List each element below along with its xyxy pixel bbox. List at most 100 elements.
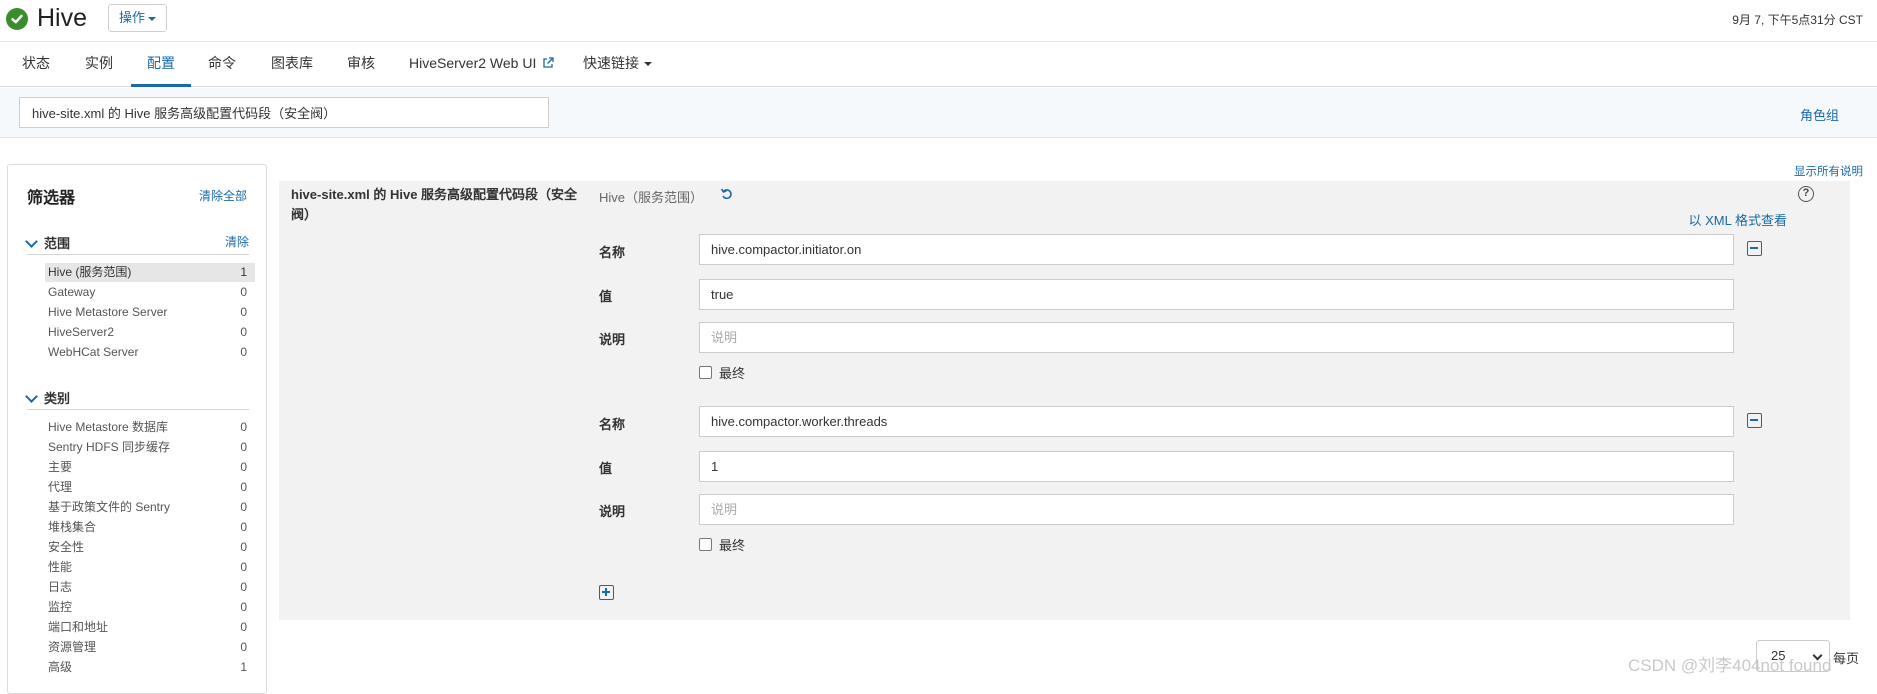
property-scope: Hive（服务范围） <box>599 190 704 205</box>
filter-item-count: 0 <box>240 285 247 299</box>
value-label: 值 <box>599 289 613 304</box>
filter-item-hiveserver2[interactable]: HiveServer2 0 <box>45 323 255 342</box>
scope-section-label: 范围 <box>44 236 71 251</box>
property-name-field[interactable]: hive.compactor.worker.threads <box>699 406 1734 437</box>
scope-section-header[interactable]: 范围 清除 <box>25 233 249 255</box>
external-link-icon <box>543 57 554 68</box>
filter-item-category[interactable]: 监控 0 <box>45 598 255 617</box>
role-group-link[interactable]: 角色组 <box>1800 105 1839 124</box>
scope-clear-link[interactable]: 清除 <box>225 233 249 250</box>
filter-item-hive-metastore-server[interactable]: Hive Metastore Server 0 <box>45 303 255 322</box>
property-description-field[interactable]: 说明 <box>699 322 1734 353</box>
filter-item-label: 监控 <box>48 600 73 614</box>
filter-item-gateway[interactable]: Gateway 0 <box>45 283 255 302</box>
filter-item-category[interactable]: Hive Metastore 数据库 0 <box>45 418 255 437</box>
tab-hiveserver2-web-ui[interactable]: HiveServer2 Web UI <box>409 43 554 87</box>
filter-item-webhcat-server[interactable]: WebHCat Server 0 <box>45 343 255 362</box>
final-label: 最终 <box>719 538 746 553</box>
tab-status[interactable]: 状态 <box>22 43 50 87</box>
actions-dropdown-button[interactable]: 操作 <box>108 4 168 32</box>
filter-item-count: 0 <box>240 560 247 574</box>
final-checkbox[interactable] <box>699 538 712 551</box>
filter-item-count: 0 <box>240 600 247 614</box>
filter-item-count: 1 <box>240 265 247 279</box>
tab-charts-library[interactable]: 图表库 <box>271 43 313 87</box>
chevron-down-icon <box>25 390 38 403</box>
filter-item-category[interactable]: 端口和地址 0 <box>45 618 255 637</box>
tab-instances[interactable]: 实例 <box>85 43 113 87</box>
status-ok-icon <box>6 8 28 30</box>
filter-item-count: 0 <box>240 325 247 339</box>
filter-item-label: Gateway <box>48 285 96 299</box>
filter-item-label: Hive Metastore Server <box>48 305 168 319</box>
chevron-down-icon <box>25 235 38 248</box>
filter-item-count: 0 <box>240 305 247 319</box>
filter-item-category[interactable]: 资源管理 0 <box>45 638 255 657</box>
timestamp: 9月 7, 下午5点31分 CST <box>1732 13 1863 27</box>
property-description-field[interactable]: 说明 <box>699 494 1734 525</box>
filter-item-count: 0 <box>240 620 247 634</box>
property-value-field[interactable]: 1 <box>699 451 1734 482</box>
tab-audits[interactable]: 审核 <box>347 43 375 87</box>
final-checkbox[interactable] <box>699 366 712 379</box>
filter-item-count: 1 <box>240 660 247 674</box>
show-all-descriptions-link[interactable]: 显示所有说明 <box>1794 163 1863 179</box>
name-label: 名称 <box>599 417 626 432</box>
tab-quick-links[interactable]: 快速链接 <box>583 43 652 87</box>
filter-item-count: 0 <box>240 460 247 474</box>
name-label: 名称 <box>599 245 626 260</box>
final-label: 最终 <box>719 366 746 381</box>
filter-item-hive-service[interactable]: Hive (服务范围) 1 <box>45 263 255 282</box>
actions-label: 操作 <box>119 10 146 25</box>
filter-item-label: 日志 <box>48 580 73 594</box>
remove-entry-icon[interactable] <box>1747 413 1762 428</box>
filter-item-count: 0 <box>240 580 247 594</box>
search-input[interactable] <box>19 97 549 128</box>
per-page-label: 每页 <box>1833 651 1860 666</box>
clear-all-link[interactable]: 清除全部 <box>199 187 247 204</box>
filter-item-category[interactable]: 代理 0 <box>45 478 255 497</box>
filter-item-label: Sentry HDFS 同步缓存 <box>48 440 171 454</box>
filter-item-label: 性能 <box>48 560 73 574</box>
property-title: hive-site.xml 的 Hive 服务高级配置代码段（安全阀） <box>291 187 578 222</box>
property-value-field[interactable]: true <box>699 279 1734 310</box>
tab-commands[interactable]: 命令 <box>208 43 236 87</box>
tab-bar: 状态 实例 配置 命令 图表库 审核 HiveServer2 Web UI 快速… <box>0 43 1877 87</box>
filter-item-category[interactable]: 安全性 0 <box>45 538 255 557</box>
filter-item-label: Hive Metastore 数据库 <box>48 420 169 434</box>
filter-item-category[interactable]: 高级 1 <box>45 658 255 677</box>
filter-item-label: 安全性 <box>48 540 85 554</box>
service-title: Hive <box>37 4 88 32</box>
undo-icon[interactable] <box>720 187 734 201</box>
add-entry-icon[interactable] <box>599 585 614 600</box>
filter-item-category[interactable]: 性能 0 <box>45 558 255 577</box>
filter-panel: 筛选器 清除全部 范围 清除 Hive (服务范围) 1 Gateway 0 Hiv… <box>7 164 267 694</box>
category-section-header[interactable]: 类别 <box>25 388 249 410</box>
tab-hiveserver2-label: HiveServer2 Web UI <box>409 55 537 71</box>
filter-item-category[interactable]: 堆栈集合 0 <box>45 518 255 537</box>
category-section-label: 类别 <box>44 391 71 406</box>
filter-item-category[interactable]: 主要 0 <box>45 458 255 477</box>
remove-entry-icon[interactable] <box>1747 241 1762 256</box>
filter-item-category[interactable]: 基于政策文件的 Sentry 0 <box>45 498 255 517</box>
filter-item-label: 高级 <box>48 660 73 674</box>
caret-down-icon <box>148 16 157 21</box>
config-property-panel: hive-site.xml 的 Hive 服务高级配置代码段（安全阀） Hive… <box>279 181 1850 620</box>
help-icon[interactable]: ? <box>1798 186 1814 202</box>
filter-item-category[interactable]: 日志 0 <box>45 578 255 597</box>
tab-quick-links-label: 快速链接 <box>583 55 639 71</box>
filter-item-count: 0 <box>240 345 247 359</box>
filter-item-label: HiveServer2 <box>48 325 115 339</box>
property-name-field[interactable]: hive.compactor.initiator.on <box>699 234 1734 265</box>
filter-item-label: 资源管理 <box>48 640 97 654</box>
description-label: 说明 <box>599 504 626 519</box>
filter-item-label: 堆栈集合 <box>48 520 97 534</box>
filter-item-label: 基于政策文件的 Sentry <box>48 500 171 514</box>
tab-configuration[interactable]: 配置 <box>131 43 191 87</box>
search-bar: 角色组 <box>0 88 1877 138</box>
view-as-xml-link[interactable]: 以 XML 格式查看 <box>1689 210 1787 229</box>
filter-item-label: WebHCat Server <box>48 345 139 359</box>
filter-item-category[interactable]: Sentry HDFS 同步缓存 0 <box>45 438 255 457</box>
caret-down-icon <box>644 62 652 67</box>
filter-item-label: Hive (服务范围) <box>48 265 132 279</box>
